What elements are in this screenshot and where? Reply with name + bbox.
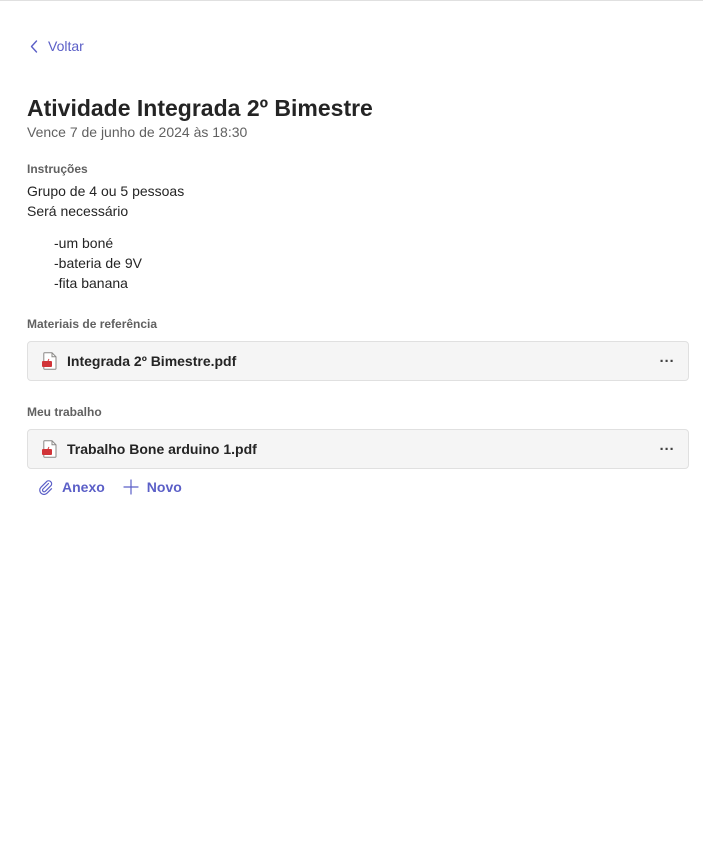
page-title: Atividade Integrada 2º Bimestre — [27, 95, 373, 121]
reference-materials-label: Materiais de referência — [27, 317, 158, 331]
work-actions: Anexo Novo — [38, 479, 182, 495]
new-button[interactable]: Novo — [123, 479, 182, 495]
instruction-list-item: -um boné — [54, 235, 114, 251]
plus-icon — [123, 479, 139, 495]
instructions-label: Instruções — [27, 162, 88, 176]
instruction-line: Será necessário — [27, 203, 129, 219]
my-work-label: Meu trabalho — [27, 405, 102, 419]
my-work-file-card[interactable]: Trabalho Bone arduino 1.pdf ··· — [27, 429, 689, 469]
back-button[interactable]: Voltar — [30, 38, 84, 54]
instruction-list-item: -bateria de 9V — [54, 255, 142, 271]
instruction-list-item: -fita banana — [54, 275, 128, 291]
new-label: Novo — [146, 479, 182, 495]
attach-label: Anexo — [62, 479, 105, 495]
back-label: Voltar — [48, 38, 84, 54]
file-name: Trabalho Bone arduino 1.pdf — [67, 441, 257, 457]
pdf-file-icon — [42, 352, 58, 370]
attach-button[interactable]: Anexo — [38, 479, 105, 495]
top-divider — [0, 0, 703, 1]
more-options-button[interactable]: ··· — [658, 439, 676, 459]
due-date: Vence 7 de junho de 2024 às 18:30 — [27, 124, 248, 140]
more-options-button[interactable]: ··· — [658, 351, 676, 371]
paperclip-icon — [39, 480, 53, 495]
chevron-left-icon — [30, 39, 38, 53]
pdf-file-icon — [42, 440, 58, 458]
file-name: Integrada 2º Bimestre.pdf — [67, 353, 237, 369]
instruction-line: Grupo de 4 ou 5 pessoas — [27, 183, 185, 199]
reference-file-card[interactable]: Integrada 2º Bimestre.pdf ··· — [27, 341, 689, 381]
